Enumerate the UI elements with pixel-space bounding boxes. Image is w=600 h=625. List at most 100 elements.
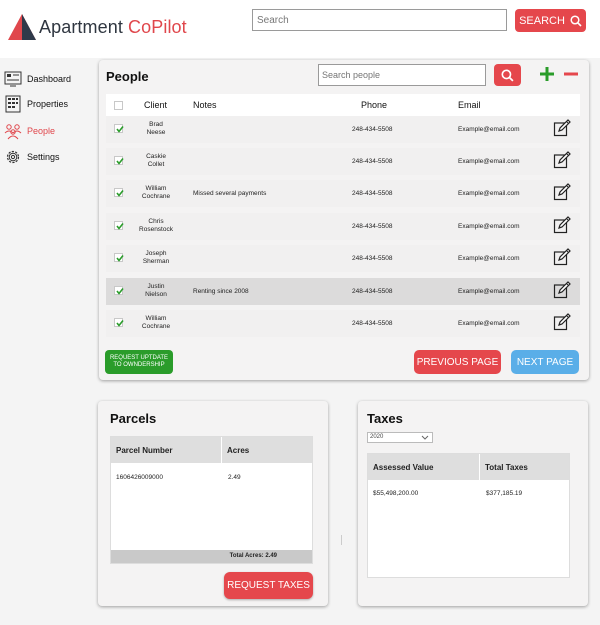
- divider: [341, 535, 342, 545]
- phone-cell: 248-434-5508: [352, 126, 393, 133]
- edit-icon[interactable]: [553, 313, 571, 331]
- parcels-title: Parcels: [110, 411, 157, 426]
- checkmark-icon: [116, 288, 124, 295]
- row-checkbox[interactable]: [114, 318, 124, 327]
- dashboard-icon: [4, 71, 22, 87]
- edit-icon[interactable]: [553, 216, 571, 234]
- edit-icon[interactable]: [553, 281, 571, 299]
- taxes-title: Taxes: [367, 411, 403, 426]
- total-acres-bar: Total Acres: 2.49: [111, 550, 312, 563]
- table-row[interactable]: Brad Neese 248-434-5508 Example@email.com: [106, 116, 580, 143]
- minus-icon: [564, 72, 578, 75]
- add-person-button[interactable]: [539, 64, 555, 86]
- edit-icon[interactable]: [553, 119, 571, 137]
- people-title: People: [106, 69, 149, 84]
- email-cell: Example@email.com: [458, 288, 520, 295]
- phone-cell: 248-434-5508: [352, 320, 393, 327]
- col-acres: Acres: [227, 446, 250, 455]
- sidebar-item-people[interactable]: People: [4, 121, 55, 141]
- sidebar: [0, 58, 88, 625]
- previous-page-button[interactable]: PREVIOUS PAGE: [414, 350, 501, 374]
- row-checkbox[interactable]: [114, 221, 124, 230]
- phone-cell: 248-434-5508: [352, 255, 393, 262]
- table-row[interactable]: William Cochrane Missed several payments 24…: [106, 180, 580, 207]
- client-name: Joseph Sherman: [142, 250, 170, 265]
- row-checkbox[interactable]: [114, 253, 124, 262]
- remove-person-button[interactable]: [563, 64, 579, 86]
- people-table-header: Client Notes Phone Email: [106, 94, 580, 116]
- row-checkbox[interactable]: [114, 156, 124, 165]
- chevron-down-icon: [421, 435, 429, 440]
- parcels-table: Parcel Number Acres 1606426009000 2.49 T…: [110, 436, 313, 564]
- parcel-acres-cell: 2.49: [228, 474, 241, 481]
- checkmark-icon: [116, 255, 124, 262]
- phone-cell: 248-434-5508: [352, 223, 393, 230]
- properties-icon: [5, 95, 21, 113]
- checkmark-icon: [116, 223, 124, 230]
- app-brand: Apartment CoPilot: [39, 17, 187, 37]
- gear-icon: [6, 150, 20, 164]
- col-total-taxes: Total Taxes: [485, 463, 528, 472]
- table-row[interactable]: William Cochrane 248-434-5508 Example@email…: [106, 310, 580, 337]
- search-icon: [501, 68, 514, 82]
- row-checkbox[interactable]: [114, 188, 124, 197]
- email-cell: Example@email.com: [458, 126, 520, 133]
- checkmark-icon: [116, 190, 124, 197]
- total-acres: Total Acres: 2.49: [229, 553, 277, 559]
- col-email: Email: [458, 100, 481, 110]
- year-select[interactable]: 2020: [367, 432, 433, 443]
- client-name: William Cochrane: [141, 185, 171, 200]
- phone-cell: 248-434-5508: [352, 190, 393, 197]
- select-all-checkbox[interactable]: [114, 101, 123, 110]
- checkmark-icon: [116, 158, 124, 165]
- table-row[interactable]: Joseph Sherman 248-434-5508 Example@email.c…: [106, 245, 580, 272]
- col-parcel-number: Parcel Number: [116, 446, 173, 455]
- next-page-button[interactable]: NEXT PAGE: [511, 350, 579, 374]
- row-checkbox[interactable]: [114, 286, 124, 295]
- total-taxes-cell: $377,185.19: [486, 490, 523, 497]
- sidebar-item-dashboard[interactable]: Dashboard: [4, 69, 71, 89]
- email-cell: Example@email.com: [458, 223, 520, 230]
- col-client: Client: [144, 100, 168, 110]
- client-name: Justin Nielson: [145, 283, 167, 298]
- email-cell: Example@email.com: [458, 158, 520, 165]
- sidebar-item-settings[interactable]: Settings: [4, 147, 60, 167]
- plus-icon: [540, 66, 554, 81]
- parcel-number-cell: 1606426009000: [116, 474, 163, 481]
- people-search-input[interactable]: [318, 64, 486, 86]
- global-search-button[interactable]: SEARCH: [515, 9, 586, 32]
- client-name: William Cochrane: [141, 315, 171, 330]
- col-notes: Notes: [193, 100, 217, 110]
- email-cell: Example@email.com: [458, 190, 520, 197]
- phone-cell: 248-434-5508: [352, 288, 393, 295]
- email-cell: Example@email.com: [458, 255, 520, 262]
- col-phone: Phone: [361, 100, 388, 110]
- taxes-table: Assessed Value Total Taxes $55,498,200.0…: [367, 453, 570, 578]
- checkmark-icon: [116, 320, 124, 327]
- email-cell: Example@email.com: [458, 320, 520, 327]
- global-search-input[interactable]: [252, 9, 507, 31]
- client-name: Caskie Collet: [146, 153, 166, 168]
- sidebar-item-properties[interactable]: Properties: [4, 94, 68, 114]
- logo-icon: [8, 14, 36, 40]
- client-name: Brad Neese: [146, 121, 166, 136]
- notes-cell: Renting since 2008: [193, 288, 249, 295]
- phone-cell: 248-434-5508: [352, 158, 393, 165]
- app-header: Apartment CoPilot SEARCH: [0, 0, 600, 58]
- people-icon: [4, 124, 22, 140]
- people-search-button[interactable]: [494, 64, 521, 86]
- edit-icon[interactable]: [553, 183, 571, 201]
- checkmark-icon: [116, 126, 124, 133]
- assessed-value-cell: $55,498,200.00: [373, 490, 419, 497]
- col-assessed-value: Assessed Value: [373, 463, 434, 472]
- edit-icon[interactable]: [553, 151, 571, 169]
- request-taxes-button[interactable]: REQUEST TAXES: [224, 572, 313, 599]
- row-checkbox[interactable]: [114, 124, 124, 133]
- table-row[interactable]: Caskie Collet 248-434-5508 Example@email.co…: [106, 148, 580, 175]
- edit-icon[interactable]: [553, 248, 571, 266]
- people-table: Client Notes Phone Email Brad Neese 248-43…: [106, 94, 580, 337]
- table-row[interactable]: Justin Nielson Renting since 2008 248-434-5…: [106, 278, 580, 305]
- search-icon: [570, 14, 582, 27]
- table-row[interactable]: Chris Rosenstock 248-434-5508 Example@email…: [106, 213, 580, 240]
- request-update-button[interactable]: REQUEST UPTDATE TO OWNDERSHIP: [105, 350, 173, 374]
